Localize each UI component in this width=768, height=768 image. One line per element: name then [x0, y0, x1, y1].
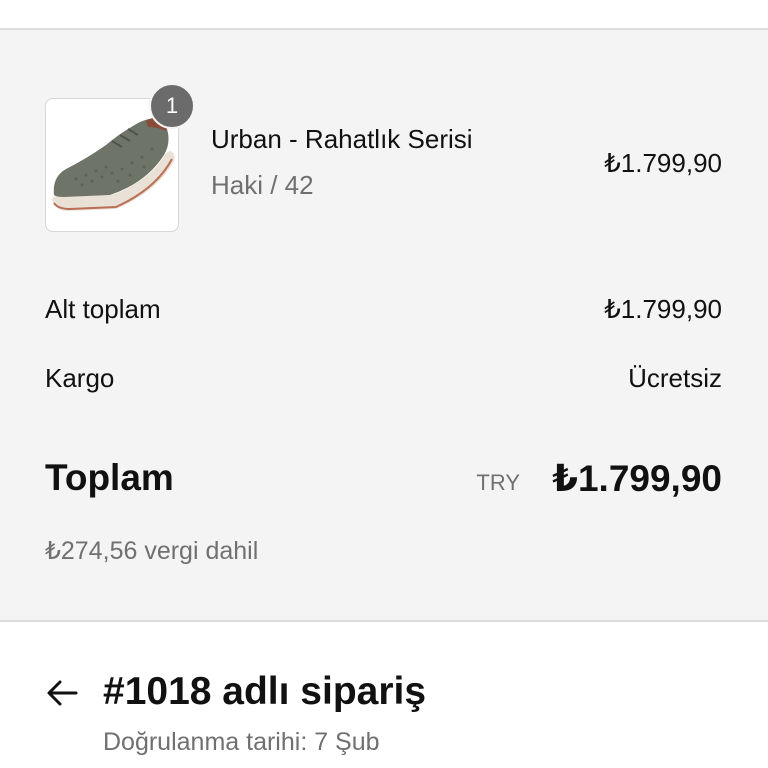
- product-name: Urban - Rahatlık Serisi: [211, 124, 473, 154]
- confirmation-date: Doğrulanma tarihi: 7 Şub: [103, 728, 380, 756]
- product-price: ₺1.799,90: [604, 148, 722, 178]
- arrow-left-icon[interactable]: [44, 675, 80, 711]
- order-header: #1018 adlı sipariş Doğrulanma tarihi: 7 …: [0, 622, 768, 768]
- total-label: Toplam: [45, 457, 174, 498]
- total-currency: TRY: [476, 470, 520, 495]
- quantity-badge: 1: [149, 83, 195, 129]
- shipping-label: Kargo: [45, 363, 115, 393]
- tax-note: ₺274,56 vergi dahil: [45, 537, 259, 565]
- order-title: #1018 adlı sipariş: [103, 670, 427, 713]
- product-variant: Haki / 42: [211, 170, 314, 200]
- subtotal-label: Alt toplam: [45, 294, 161, 324]
- subtotal-value: ₺1.799,90: [604, 294, 722, 324]
- total-value: ₺1.799,90: [552, 458, 722, 499]
- top-strip: [0, 0, 768, 30]
- shipping-value: Ücretsiz: [628, 363, 722, 393]
- order-summary-panel: 1 Urban - Rahatlık Serisi Haki / 42 ₺1.7…: [0, 30, 768, 622]
- quantity-value: 1: [165, 93, 179, 118]
